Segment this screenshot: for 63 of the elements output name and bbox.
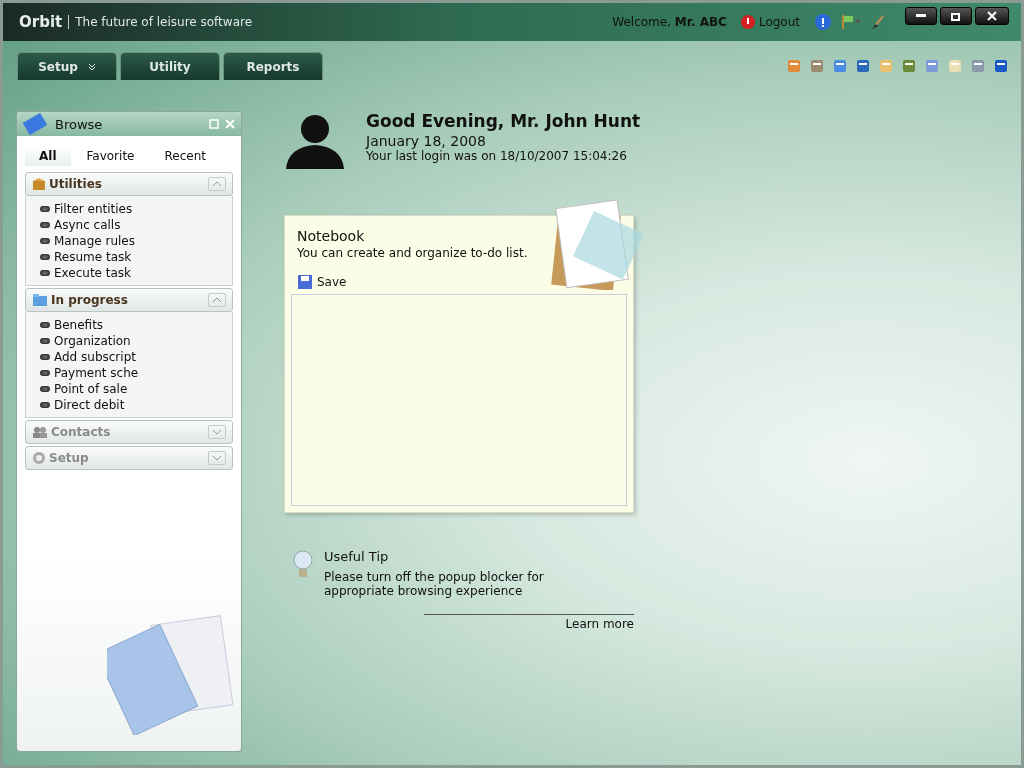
browse-tab[interactable]: Favorite <box>72 146 149 166</box>
collapse-icon[interactable] <box>208 293 226 307</box>
flag-icon[interactable] <box>840 14 862 30</box>
gear-icon <box>32 451 46 465</box>
nav-item[interactable]: Resume task <box>40 249 232 265</box>
date-text: January 18, 2008 <box>366 133 487 149</box>
browse-tab[interactable]: All <box>25 146 71 166</box>
greeting-heading: Good Evening, Mr. John Hunt <box>366 111 641 131</box>
menu-tab[interactable]: Reports <box>223 52 323 80</box>
section-header[interactable]: Utilities <box>25 172 233 196</box>
bullet-icon <box>40 338 50 344</box>
welcome-text: Welcome, Mr. ABC <box>612 15 727 29</box>
nav-item[interactable]: Payment sche <box>40 365 232 381</box>
bullet-icon <box>40 322 50 328</box>
bullet-icon <box>40 402 50 408</box>
learn-more-link[interactable]: Learn more <box>565 615 634 631</box>
minimize-icon <box>916 14 926 18</box>
close-icon <box>987 11 997 21</box>
last-login-text: Your last login was on 18/10/2007 15:04:26 <box>366 149 628 163</box>
save-button[interactable]: Save <box>297 274 347 290</box>
nav-item[interactable]: Execute task <box>40 265 232 281</box>
expand-icon[interactable] <box>208 425 226 439</box>
nav-item[interactable]: Organization <box>40 333 232 349</box>
dock-icon[interactable] <box>209 119 219 129</box>
people-icon <box>32 426 48 438</box>
bullet-icon <box>40 206 50 212</box>
restore-icon <box>951 11 961 21</box>
tagline: The future of leisure software <box>75 15 253 29</box>
power-icon <box>740 15 755 29</box>
collapse-icon[interactable] <box>208 177 226 191</box>
nav-item[interactable]: Direct debit <box>40 397 232 413</box>
logout-button[interactable]: Logout <box>740 15 800 29</box>
nav-item[interactable]: Manage rules <box>40 233 232 249</box>
expand-icon[interactable] <box>208 451 226 465</box>
nav-item[interactable]: Benefits <box>40 317 232 333</box>
brush-icon[interactable] <box>870 14 886 30</box>
notebook-title: Notebook <box>297 228 366 244</box>
restore-button[interactable] <box>940 7 972 25</box>
app-logo: Orbit <box>19 13 63 31</box>
folder-icon <box>32 293 48 307</box>
close-icon[interactable] <box>225 119 235 129</box>
nav-item[interactable]: Filter entities <box>40 201 232 217</box>
bullet-icon <box>40 270 50 276</box>
browse-tab[interactable]: Recent <box>150 146 220 166</box>
menu-tab[interactable]: Setup <box>17 52 117 80</box>
close-button[interactable] <box>975 7 1009 25</box>
bullet-icon <box>40 238 50 244</box>
bullet-icon <box>40 222 50 228</box>
bullet-icon <box>40 254 50 260</box>
nav-item[interactable]: Async calls <box>40 217 232 233</box>
notebook-description: You can create and organize to-do list. <box>297 246 529 260</box>
minimize-button[interactable] <box>905 7 937 25</box>
bullet-icon <box>40 354 50 360</box>
bullet-icon <box>40 386 50 392</box>
tip-title: Useful Tip <box>324 549 390 564</box>
panel-title: Browse <box>55 116 104 132</box>
section-header[interactable]: In progress <box>25 288 233 312</box>
tip-text: Please turn off the popup blocker for appropriate browsing experience <box>324 570 545 598</box>
nav-item[interactable]: Add subscript <box>40 349 232 365</box>
box-icon <box>32 177 46 191</box>
bullet-icon <box>40 370 50 376</box>
menu-tab[interactable]: Utility <box>120 52 220 80</box>
nav-item[interactable]: Point of sale <box>40 381 232 397</box>
